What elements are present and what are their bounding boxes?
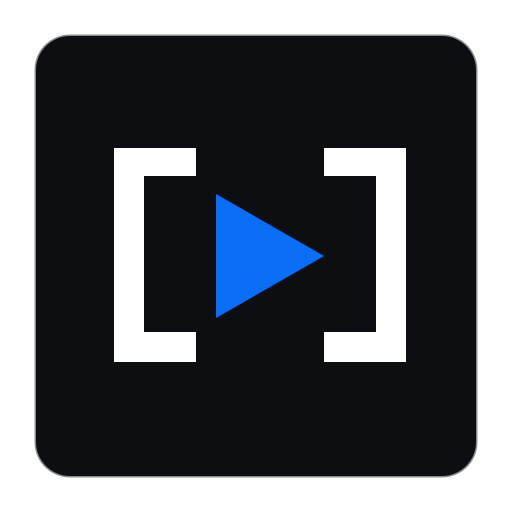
play-icon xyxy=(216,194,324,318)
app-icon-graphic xyxy=(114,148,406,362)
app-icon[interactable] xyxy=(36,36,476,476)
bracket-right-icon xyxy=(324,148,406,362)
bracket-left-icon xyxy=(114,148,196,362)
icon-canvas xyxy=(0,0,512,512)
